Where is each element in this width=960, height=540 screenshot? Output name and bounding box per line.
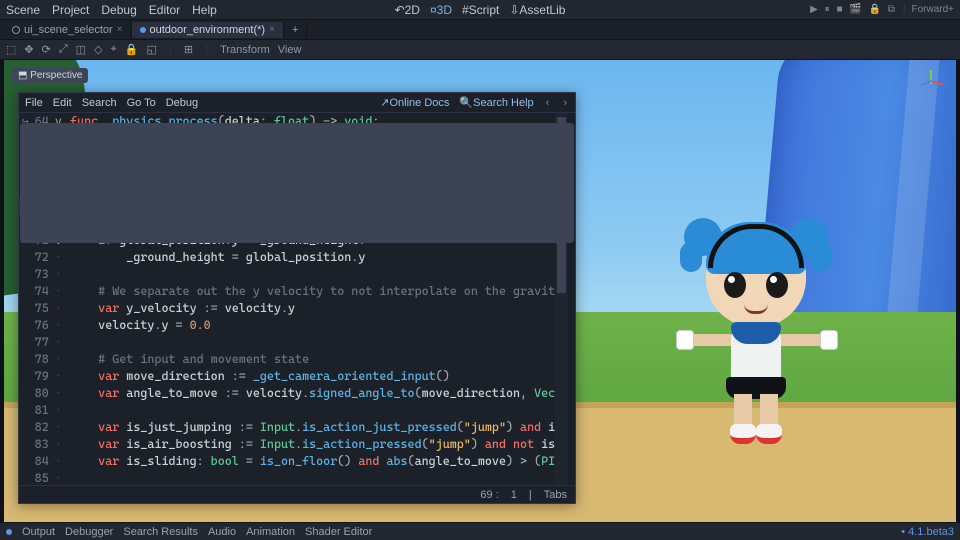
bottom-panel-search-results[interactable]: Search Results <box>123 526 198 538</box>
render-mode-dropdown[interactable]: Forward+ <box>911 4 954 15</box>
bottom-panel-debugger[interactable]: Debugger <box>65 526 113 538</box>
cursor-col: 1 <box>511 489 517 501</box>
menu-scene[interactable]: Scene <box>6 3 40 17</box>
menu-help[interactable]: Help <box>192 3 217 17</box>
menu-project[interactable]: Project <box>52 3 89 17</box>
scrollbar[interactable] <box>568 113 575 485</box>
bottom-panel-audio[interactable]: Audio <box>208 526 236 538</box>
perspective-toggle[interactable]: ⬒ Perspective <box>12 68 88 83</box>
character-model <box>676 222 836 462</box>
code-editor[interactable]: ↪ 64656667686970717273747576777879808182… <box>19 113 575 485</box>
close-icon[interactable]: × <box>117 24 123 35</box>
play-icon[interactable]: ▶ <box>808 4 820 15</box>
menu-editor[interactable]: Editor <box>149 3 180 17</box>
viewport-toolbar: ⬚ ✥ ⟳ ⤢ ◫ ◇ ⌖ 🔒 ◱ ⋮ ⊞ ⋮ Transform View <box>0 40 960 60</box>
lock-icon[interactable]: 🔒 <box>125 43 139 56</box>
output-indicator-icon <box>6 529 12 535</box>
viewport-3d[interactable]: ⬒ Perspective File Edit Search Go To Deb… <box>0 60 960 522</box>
menu-debug[interactable]: Debug <box>101 3 136 17</box>
close-icon[interactable]: × <box>269 24 275 35</box>
transform-menu[interactable]: Transform <box>220 44 270 56</box>
nav-back-icon[interactable]: ‹ <box>544 97 552 109</box>
search-help-link[interactable]: 🔍Search Help <box>459 96 533 109</box>
remote-icon[interactable]: 🔒 <box>867 4 883 15</box>
cursor-line: 69 : <box>480 489 498 501</box>
workspace-tab-script[interactable]: #Script <box>462 3 499 17</box>
new-scene-button[interactable]: + <box>284 22 307 38</box>
playback-controls: ▶ ⏸ ■ 🎬 🔒 ⧉ <box>808 4 897 15</box>
script-menu-file[interactable]: File <box>25 97 43 109</box>
main-menubar: Scene Project Debug Editor Help ↶2D ¤3D #Scrip… <box>0 0 960 20</box>
bottom-panel-animation[interactable]: Animation <box>246 526 295 538</box>
build-icon[interactable]: ⧉ <box>886 4 897 15</box>
tool-icon[interactable]: ◇ <box>94 43 102 56</box>
select-tool-icon[interactable]: ⬚ <box>6 43 16 56</box>
scene-tab-bar: ui_scene_selector×outdoor_environment(*)… <box>0 20 960 40</box>
orientation-gizmo[interactable] <box>916 68 946 98</box>
script-menu-debug[interactable]: Debug <box>166 97 198 109</box>
bottom-panel-shader-editor[interactable]: Shader Editor <box>305 526 372 538</box>
version-label: • 4.1.beta3 <box>901 526 954 538</box>
nav-fwd-icon[interactable]: › <box>561 97 569 109</box>
pause-icon[interactable]: ⏸ <box>823 4 832 15</box>
indent-mode[interactable]: Tabs <box>544 489 567 501</box>
scene-tab[interactable]: outdoor_environment(*)× <box>132 22 284 38</box>
script-menu-edit[interactable]: Edit <box>53 97 72 109</box>
workspace-tab-2d[interactable]: ↶2D <box>395 3 420 17</box>
tool-icon[interactable]: ◫ <box>76 43 86 56</box>
tool-icon[interactable]: ⌖ <box>111 43 117 56</box>
script-editor-panel: File Edit Search Go To Debug ↗Online Doc… <box>18 92 576 504</box>
stop-icon[interactable]: ■ <box>834 4 844 15</box>
view-menu[interactable]: View <box>278 44 302 56</box>
online-docs-link[interactable]: ↗Online Docs <box>380 96 449 109</box>
snap-icon[interactable]: ⊞ <box>184 43 193 56</box>
script-status-bar: 69 : 1 | Tabs <box>19 485 575 503</box>
bottom-panel-bar: Output Debugger Search Results Audio Animati… <box>0 522 960 540</box>
bottom-panel-output[interactable]: Output <box>22 526 55 538</box>
move-tool-icon[interactable]: ✥ <box>24 43 33 56</box>
group-icon[interactable]: ◱ <box>146 43 156 56</box>
script-menu-goto[interactable]: Go To <box>127 97 156 109</box>
workspace-tab-3d[interactable]: ¤3D <box>430 3 452 17</box>
scale-tool-icon[interactable]: ⤢ <box>59 43 68 56</box>
scene-tab[interactable]: ui_scene_selector× <box>4 22 132 38</box>
play-scene-icon[interactable]: 🎬 <box>847 4 863 15</box>
workspace-tab-assetlib[interactable]: ⇩AssetLib <box>509 3 565 17</box>
rotate-tool-icon[interactable]: ⟳ <box>42 43 51 56</box>
script-menu-search[interactable]: Search <box>82 97 117 109</box>
